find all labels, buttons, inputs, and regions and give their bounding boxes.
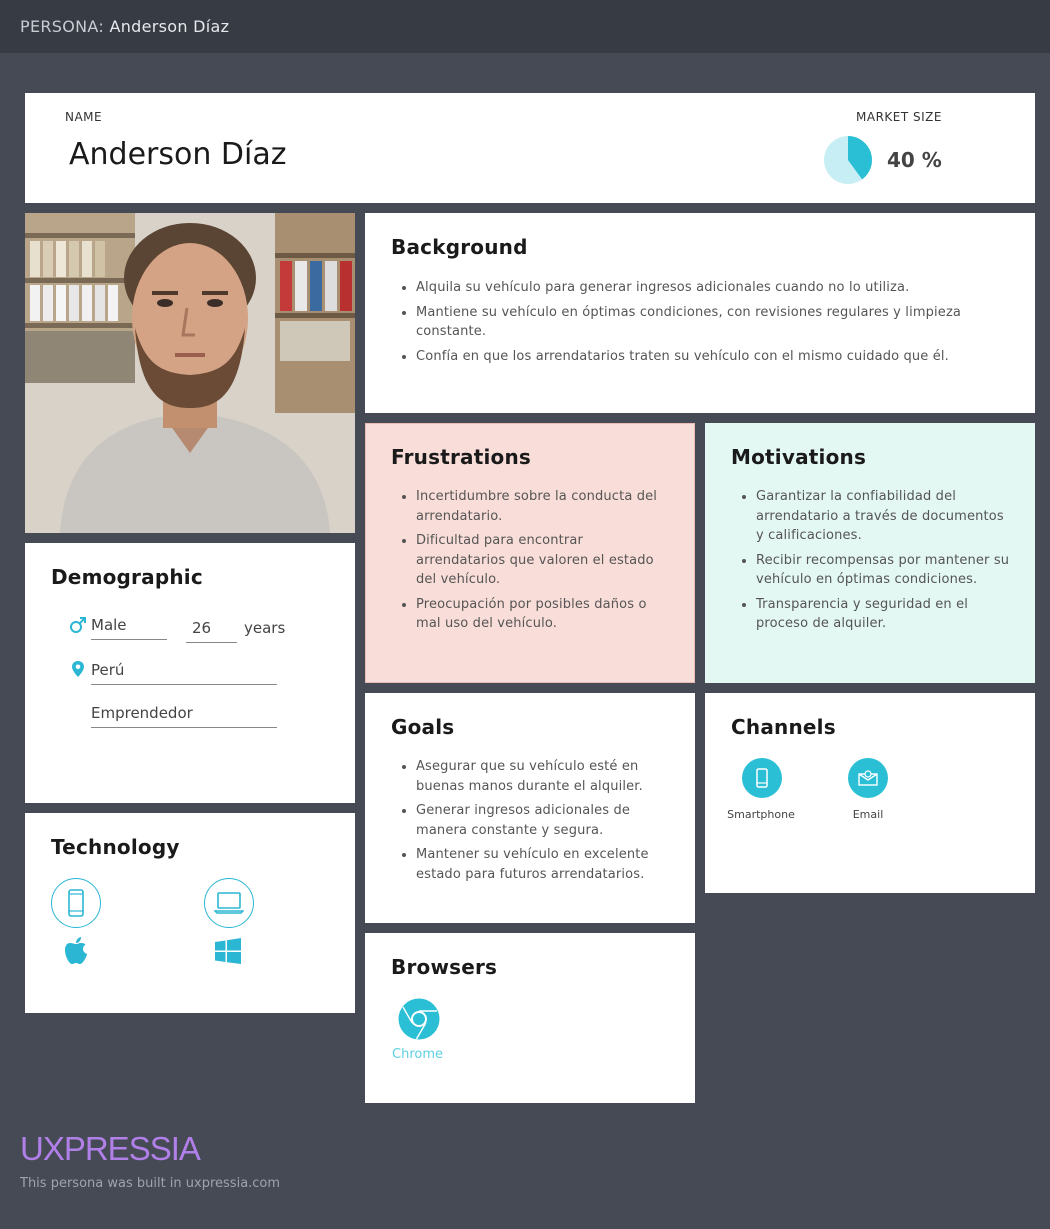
- market-size-label: MARKET SIZE: [856, 110, 942, 124]
- motivations-card: Motivations Garantizar la confiabilidad …: [705, 423, 1035, 683]
- list-item[interactable]: Generar ingresos adicionales de manera c…: [416, 801, 671, 840]
- smartphone-device-icon[interactable]: [51, 878, 101, 928]
- list-item[interactable]: Confía en que los arrendatarios traten s…: [416, 347, 1011, 367]
- goals-card: Goals Asegurar que su vehículo esté en b…: [365, 693, 695, 923]
- technology-title: Technology: [51, 835, 180, 859]
- persona-name[interactable]: Anderson Díaz: [69, 137, 286, 172]
- list-item[interactable]: Garantizar la confiabilidad del arrendat…: [756, 487, 1011, 546]
- name-label: NAME: [65, 110, 103, 124]
- list-item[interactable]: Alquila su vehículo para generar ingreso…: [416, 278, 1011, 298]
- age-unit: years: [244, 619, 286, 637]
- channels-card: Channels Smartphone Email: [705, 693, 1035, 893]
- chrome-icon[interactable]: [398, 998, 440, 1040]
- uxpressia-logo[interactable]: UXPRESSIA: [20, 1130, 201, 1168]
- location-field[interactable]: Perú: [91, 661, 277, 685]
- browsers-title: Browsers: [391, 955, 498, 979]
- goals-title: Goals: [391, 715, 455, 739]
- background-card: Background Alquila su vehículo para gene…: [365, 213, 1035, 413]
- persona-photo-image: [25, 213, 355, 533]
- laptop-device-icon[interactable]: [204, 878, 254, 928]
- location-pin-icon: [72, 661, 84, 677]
- list-item[interactable]: Asegurar que su vehículo esté en buenas …: [416, 757, 671, 796]
- browser-label-chrome: Chrome: [392, 1047, 443, 1062]
- channels-title: Channels: [731, 715, 836, 739]
- top-bar: PERSONA: Anderson Díaz: [0, 0, 1050, 53]
- goals-list: Asegurar que su vehículo esté en buenas …: [416, 757, 671, 889]
- persona-prefix: PERSONA:: [20, 17, 105, 36]
- age-field[interactable]: 26: [186, 619, 237, 643]
- persona-photo[interactable]: [25, 213, 355, 533]
- frustrations-card: Frustrations Incertidumbre sobre la cond…: [365, 423, 695, 683]
- male-icon: [70, 617, 86, 633]
- header-card: NAME Anderson Díaz MARKET SIZE 40 %: [25, 93, 1035, 203]
- persona-title: Anderson Díaz: [109, 17, 230, 36]
- channel-label-email: Email: [852, 808, 884, 821]
- footer-note: This persona was built in uxpressia.com: [20, 1176, 281, 1191]
- list-item[interactable]: Mantener su vehículo en excelente estado…: [416, 845, 671, 884]
- list-item[interactable]: Transparencia y seguridad en el proceso …: [756, 595, 1011, 634]
- browsers-card: Browsers Chrome: [365, 933, 695, 1103]
- frustrations-title: Frustrations: [391, 445, 532, 469]
- list-item[interactable]: Incertidumbre sobre la conducta del arre…: [416, 487, 670, 526]
- gender-field[interactable]: Male: [91, 616, 167, 640]
- channel-label-smartphone: Smartphone: [727, 808, 795, 821]
- list-item[interactable]: Preocupación por posibles daños o mal us…: [416, 595, 670, 634]
- windows-icon[interactable]: [215, 938, 241, 964]
- list-item[interactable]: Recibir recompensas por mantener su vehí…: [756, 551, 1011, 590]
- apple-icon[interactable]: [65, 937, 87, 965]
- list-item[interactable]: Mantiene su vehículo en óptimas condicio…: [416, 303, 1011, 342]
- market-size-pie-icon: [824, 136, 873, 184]
- smartphone-icon[interactable]: [742, 758, 782, 798]
- occupation-field[interactable]: Emprendedor: [91, 704, 277, 728]
- demographic-card: Demographic Male 26 years Perú Emprended…: [25, 543, 355, 803]
- technology-card: Technology: [25, 813, 355, 1013]
- demographic-title: Demographic: [51, 565, 203, 589]
- background-list: Alquila su vehículo para generar ingreso…: [416, 278, 1011, 371]
- email-icon[interactable]: [848, 758, 888, 798]
- frustrations-list: Incertidumbre sobre la conducta del arre…: [416, 487, 670, 639]
- motivations-title: Motivations: [731, 445, 867, 469]
- list-item[interactable]: Dificultad para encontrar arrendatarios …: [416, 531, 670, 590]
- market-size-value[interactable]: 40 %: [887, 148, 942, 172]
- background-title: Background: [391, 235, 528, 259]
- motivations-list: Garantizar la confiabilidad del arrendat…: [756, 487, 1011, 639]
